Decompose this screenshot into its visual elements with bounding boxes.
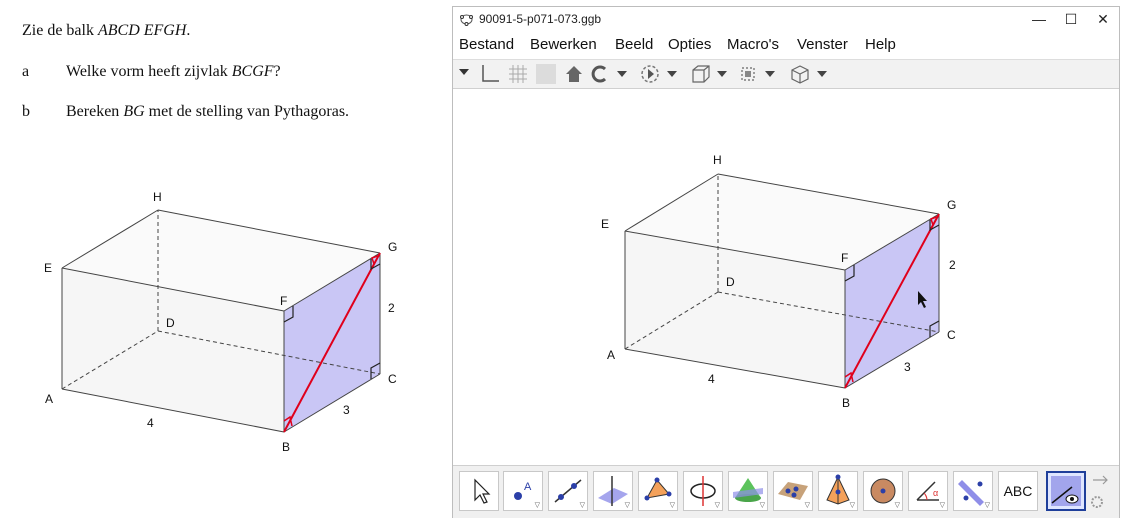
menu-venster[interactable]: Venster <box>797 36 848 53</box>
axes-icon[interactable] <box>479 63 501 85</box>
view-direction-icon[interactable] <box>789 63 829 85</box>
toolbar-toggle-icon[interactable] <box>457 63 471 85</box>
menu-opties[interactable]: Opties <box>668 36 711 53</box>
net-tool[interactable]: ▽ <box>773 471 813 511</box>
clipping-box-icon[interactable] <box>689 63 729 85</box>
length-cg: 2 <box>388 301 395 315</box>
maximize-button[interactable]: ☐ <box>1055 9 1087 29</box>
length-ab: 4 <box>147 416 154 430</box>
label-D: D <box>726 275 735 289</box>
label-A: A <box>607 348 615 362</box>
length-cg: 2 <box>949 258 956 272</box>
length-ab: 4 <box>708 372 715 386</box>
circle-tool[interactable]: ▽ <box>683 471 723 511</box>
menu-bestand[interactable]: Bestand <box>459 36 514 53</box>
cuboid-3d[interactable]: E H G F D A B C 4 3 2 <box>453 89 1119 465</box>
label-G: G <box>388 240 397 254</box>
geogebra-app-icon <box>460 14 473 26</box>
geogebra-window: 90091-5-p071-073.ggb — ☐ ✕ Bestand Bewer… <box>452 6 1120 518</box>
text-tool[interactable]: ABC <box>998 471 1038 511</box>
tool-bar: A ▽ ▽ ▽ ▽ ▽ ▽ ▽ ▽ ▽ α ▽ ▽ ABC <box>453 465 1119 518</box>
cone-tool[interactable]: ▽ <box>728 471 768 511</box>
label-A: A <box>45 392 53 406</box>
plane-tool[interactable]: ▽ <box>593 471 633 511</box>
cuboid-figure: E H G F D A B C 4 3 2 <box>44 190 397 454</box>
length-bc: 3 <box>904 360 911 374</box>
menu-help[interactable]: Help <box>865 36 896 53</box>
angle-tool[interactable]: α ▽ <box>908 471 948 511</box>
close-button[interactable]: ✕ <box>1087 9 1119 29</box>
label-B: B <box>842 396 850 410</box>
projection-icon[interactable] <box>737 63 777 85</box>
svg-text:α: α <box>933 488 938 498</box>
svg-text:A: A <box>524 481 532 493</box>
menu-macros[interactable]: Macro's <box>727 36 779 53</box>
toolbar-settings-icon[interactable] <box>1089 472 1115 512</box>
graphics-3d-view[interactable]: E H G F D A B C 4 3 2 <box>453 89 1119 465</box>
line-tool[interactable]: ▽ <box>548 471 588 511</box>
length-bc: 3 <box>343 403 350 417</box>
plane-visibility-icon[interactable] <box>535 63 557 85</box>
sphere-tool[interactable]: ▽ <box>863 471 903 511</box>
reflect-tool[interactable]: ▽ <box>953 471 993 511</box>
prism-tool[interactable]: ▽ <box>818 471 858 511</box>
label-D: D <box>166 316 175 330</box>
label-E: E <box>601 217 609 231</box>
exercise-document: Zie de balk ABCD EFGH. a Welke vorm heef… <box>0 0 448 526</box>
window-title: 90091-5-p071-073.ggb <box>479 12 602 26</box>
label-C: C <box>388 372 397 386</box>
point-tool[interactable]: A ▽ <box>503 471 543 511</box>
label-E: E <box>44 261 52 275</box>
view-tool[interactable] <box>1046 471 1086 511</box>
title-bar[interactable]: 90091-5-p071-073.ggb — ☐ ✕ <box>453 7 1119 32</box>
rotate-view-icon[interactable] <box>589 63 629 85</box>
minimize-button[interactable]: — <box>1023 9 1055 29</box>
grid-icon[interactable] <box>507 63 529 85</box>
label-H: H <box>153 190 162 204</box>
label-F: F <box>841 251 848 265</box>
menu-beeld[interactable]: Beeld <box>615 36 653 53</box>
label-F: F <box>280 294 287 308</box>
label-C: C <box>947 328 956 342</box>
home-icon[interactable] <box>563 63 585 85</box>
label-B: B <box>282 440 290 454</box>
pyramid-tool[interactable]: ▽ <box>638 471 678 511</box>
move-tool[interactable] <box>459 471 499 511</box>
label-G: G <box>947 198 956 212</box>
menu-bewerken[interactable]: Bewerken <box>530 36 597 53</box>
animation-icon[interactable] <box>639 63 679 85</box>
style-toolbar <box>453 59 1119 89</box>
menu-bar: Bestand Bewerken Beeld Opties Macro's Ve… <box>453 34 1119 56</box>
label-H: H <box>713 153 722 167</box>
